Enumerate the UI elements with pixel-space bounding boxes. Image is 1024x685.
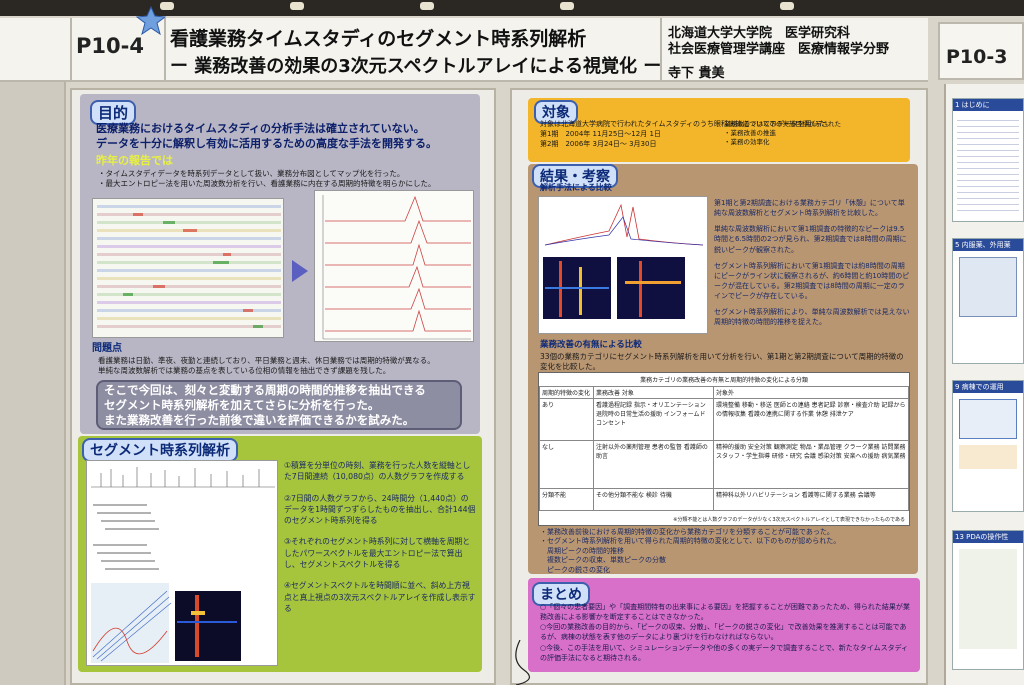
table-cell: 精神的援助 安全対策 観察測定 物品・業品管理 クラーク業務 訪問業務 スタッフ… (713, 440, 909, 489)
summary-line: ○今後、この手法を用いて、シミュレーションデータや他の多くの実データで調査するこ… (540, 643, 909, 662)
adjacent-section-title: 13 PDAの操作性 (953, 531, 1023, 543)
table-row: あり 看護過程記録 指示・オリエンテーション 退院時の日常生活の援助 インフォー… (539, 398, 909, 441)
subject-side-line: ・業務の効率化 (724, 138, 770, 147)
spectrum-comparison-figure (538, 196, 708, 334)
affiliation-department: 社会医療管理学講座 医療情報学分野 (668, 42, 890, 57)
summary-line: ○「個々の患者要因」や「調査期間特有の出来事による要因」を把握することが困難であ… (540, 603, 910, 622)
segment-steps: ①積算を分単位の時刻、業務を行った人数を縦軸とした7日間連続（10,080点）の… (284, 460, 476, 614)
callout-line: そこで今回は、刻々と変動する周期の時間的推移を抽出できる (104, 383, 426, 397)
table-header: 業務改善 対象 (593, 386, 714, 399)
table-cell: 環境整備 移動・移送 医師との連絡 患者記録 診察・検査介助 記録からの情報収集… (713, 398, 909, 441)
callout-text: そこで今回は、刻々と変動する周期の時間的推移を抽出できる セグメント時系列解析を… (104, 383, 426, 428)
segment-heading: セグメント時系列解析 (82, 438, 238, 462)
poster-subtitle: ー 業務改善の効果の3次元スペクトルアレイによる視覚化 ー (170, 56, 662, 77)
table-row: 分類不能 その他分類不能な 検診 待機 精神科以外リハビリテーション 看護等に関… (539, 488, 909, 511)
improvement-text: 33個の業務カテゴリにセグメント時系列解析を用いて分析を行い、第1期と第2期調査… (540, 352, 904, 372)
ceiling-light (290, 2, 304, 10)
summary-line: ○今回の業務改善の目的から、「ピークの収束、分散」、「ピークの鋭さの変化」で改善… (540, 623, 907, 642)
purpose-line: データを十分に解釈し有効に活用するための高度な手法を開発する。 (96, 136, 437, 150)
results-after-line: ピークの鋭さの変化 (540, 565, 610, 574)
results-after-line: ・セグメント時系列解析を用いて得られた周期的特徴の変化として、以下のものが認めら… (540, 537, 841, 546)
adjacent-section-card: 5 内服薬、外用薬 (952, 238, 1024, 364)
table-cell: なし (539, 440, 594, 489)
arrow-right-icon (292, 260, 308, 282)
table-cell: 分類不能 (539, 488, 594, 511)
results-bullets: 第1期と第2期調査における業務カテゴリ「休憩」について単純な周波数解析とセグメン… (714, 198, 910, 328)
table-cell: 看護過程記録 指示・オリエンテーション 退院時の日常生活の援助 インフォームドコ… (593, 398, 714, 441)
results-bullet: セグメント時系列解析において第1期調査では約8時間の周期にピークがライン状に観察… (714, 261, 910, 301)
last-year-heading: 昨年の報告では (96, 154, 173, 167)
subject-side-text: 業務改善では以下の実施目標が示された ・業務改善の推進 ・業務の効率化 (724, 120, 841, 147)
adjacent-section-title: 9 病棟での運用 (953, 381, 1023, 393)
ceiling-light (780, 2, 794, 10)
problem-heading: 問題点 (92, 343, 122, 354)
classification-grid: 周期的特徴の変化 業務改善 対象 対象外 あり 看護過程記録 指示・オリエンテー… (539, 386, 909, 511)
table-title: 業務カテゴリの業務改善の有無と周期的特徴の変化による分類 (640, 377, 808, 384)
problem-text: 看護業務は日勤、準夜、夜勤と連続しており、平日業務と週末、休日業務では周期的特徴… (98, 356, 474, 376)
author-name: 寺下 貴美 (668, 66, 725, 81)
results-bullet: 第1期と第2期調査における業務カテゴリ「休憩」について単純な周波数解析とセグメン… (714, 199, 905, 218)
problem-line: 看護業務は日勤、準夜、夜勤と連続しており、平日業務と週末、休日業務では周期的特徴… (98, 356, 435, 365)
spectrum-graphs (314, 190, 474, 342)
segment-step: ④セグメントスペクトルを時間順に並べ、斜め上方視点と真上視点の3次元スペクトルア… (284, 581, 476, 613)
segment-step: ③それぞれのセグメント時系列に対して横軸を周期としたパワースペクトルを最大エント… (284, 537, 471, 570)
table-header: 周期的特徴の変化 (539, 386, 594, 399)
results-after-text: ・業務改善前後における周期的特徴の変化から業務カテゴリを分類することが可能であっ… (540, 528, 840, 575)
table-header-row: 周期的特徴の変化 業務改善 対象 対象外 (539, 386, 909, 399)
problem-line: 単純な周波数解析では業務の基点を表している位相の情報を抽出できず課題を残した。 (98, 366, 391, 376)
adjacent-section-card: 13 PDAの操作性 (952, 530, 1024, 670)
results-after-line: 周期ピークの時間的推移 (540, 546, 624, 555)
table-row: なし 注射以外の薬剤管理 患者の監督 看護師の助言 精神的援助 安全対策 観察測… (539, 440, 909, 489)
adjacent-section-title: 5 内服薬、外用薬 (953, 239, 1023, 251)
segment-step: ①積算を分単位の時刻、業務を行った人数を縦軸とした7日間連続（10,080点）の… (284, 461, 471, 482)
results-after-line: 複数ピークの収束、単数ピークの分散 (540, 556, 666, 565)
callout-line: また業務改善を行った前後で違いを評価できるかを試みた。 (104, 412, 415, 427)
ceiling-light (560, 2, 574, 10)
table-cell: 精神科以外リハビリテーション 看護等に関する業務 会議等 (713, 488, 909, 511)
subject-side-line: 業務改善では以下の実施目標が示された (724, 120, 841, 128)
last-year-text: ・タイムスタディデータを時系列データとして扱い、業務分布図としてマップ化を行った… (98, 169, 474, 189)
ribbon-icon (136, 6, 166, 36)
left-wall-panel (0, 82, 66, 685)
results-bullet: 単純な周波数解析において第1期調査の特徴的なピークは9.5時間と6.5時間の2つ… (714, 225, 907, 254)
purpose-line: 医療業務におけるタイムスタディの分析手法は確立されていない。 (96, 122, 425, 135)
adjacent-poster-code: P10-3 (946, 46, 1008, 68)
segment-step: ②7日間の人数グラフから、24時間分（1,440点）のデータを1時間ずつずらした… (284, 493, 476, 526)
adjacent-section-card: 1 はじめに (952, 98, 1024, 222)
summary-text: ○「個々の患者要因」や「調査期間特有の出来事による要因」を把握することが困難であ… (540, 602, 912, 663)
table-note: ※分類不能とは人数グラフのデータが少なく3次元スペクトルアレイとして表現できなか… (673, 517, 905, 523)
results-after-line: ・業務改善前後における周期的特徴の変化から業務カテゴリを分類することが可能であっ… (540, 528, 834, 536)
adjacent-poster-board: 1 はじめに 5 内服薬、外用薬 9 病棟での運用 13 PDAの操作性 (944, 84, 1024, 685)
last-year-line: ・タイムスタディデータを時系列データとして扱い、業務分布図としてマップ化を行った… (98, 169, 405, 178)
table-cell: あり (539, 398, 594, 441)
subject-side-line: ・業務改善の推進 (724, 129, 776, 138)
improvement-heading: 業務改善の有無による比較 (540, 340, 642, 350)
ceiling-light (420, 2, 434, 10)
results-subheading: 解析手法による比較 (540, 183, 612, 192)
adjacent-section-card: 9 病棟での運用 (952, 380, 1024, 512)
callout-line: セグメント時系列解析を加えてさらに分析を行った。 (104, 397, 380, 412)
poster-title: 看護業務タイムスタディのセグメント時系列解析 (170, 28, 587, 50)
last-year-line: ・最大エントロピー法を用いた周波数分析を行い、看護業務に内在する周期的特徴を明ら… (98, 179, 436, 189)
table-header: 対象外 (713, 386, 909, 399)
segment-method-figure (86, 460, 278, 666)
adjacent-section-title: 1 はじめに (953, 99, 1023, 111)
results-bullet: セグメント時系列解析により、単純な周波数解析では見えない周期的特徴の時間的推移を… (714, 308, 910, 327)
poster-code: P10-4 (76, 34, 144, 58)
cable (515, 640, 531, 685)
table-cell: 注射以外の薬剤管理 患者の監督 看護師の助言 (593, 440, 714, 489)
purpose-text: 医療業務におけるタイムスタディの分析手法は確立されていない。 データを十分に解釈… (96, 122, 437, 152)
business-distribution-map (92, 198, 284, 338)
classification-table: 業務カテゴリの業務改善の有無と周期的特徴の変化による分類 周期的特徴の変化 業務… (538, 372, 910, 526)
table-cell: その他分類不能な 検診 待機 (593, 488, 714, 511)
